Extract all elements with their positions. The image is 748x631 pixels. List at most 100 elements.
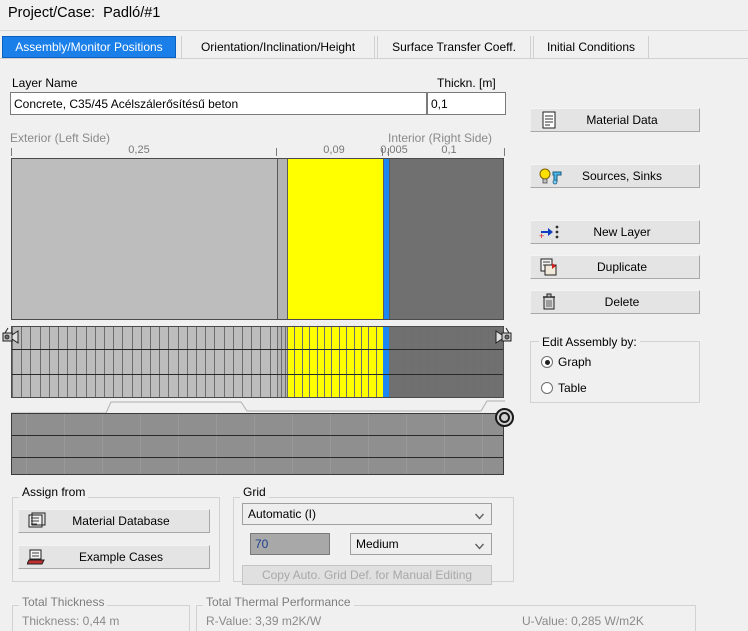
grid-line: [317, 327, 318, 397]
perspective-grid-line: [368, 414, 369, 474]
thickness-input[interactable]: 0,1: [427, 92, 506, 115]
perspective-grid-line: [406, 414, 407, 474]
tab-label: Orientation/Inclination/Height: [200, 40, 356, 54]
r-value: R-Value: 3,39 m2K/W: [206, 614, 322, 628]
layer-name-label: Layer Name: [12, 76, 78, 90]
grid-line: [178, 327, 179, 397]
duplicate-label: Duplicate: [596, 260, 648, 274]
sources-sinks-button[interactable]: Sources, Sinks: [530, 164, 700, 188]
material-database-button[interactable]: Material Database: [18, 509, 210, 533]
grid-line: [187, 327, 188, 397]
grid-line: [404, 327, 405, 397]
assembly-layer-5[interactable]: [389, 159, 503, 319]
layer-thickness-label: 0,005: [380, 144, 408, 156]
tab-surface-transfer-coeff[interactable]: Surface Transfer Coeff.: [377, 36, 531, 58]
material-data-label: Material Data: [586, 113, 658, 127]
grid-line: [251, 327, 252, 397]
grid-line: [285, 327, 286, 397]
edit-assembly-option-table[interactable]: Table: [541, 381, 587, 395]
thickness-label: Thickn. [m]: [437, 76, 496, 90]
assembly-graph[interactable]: [11, 158, 504, 320]
grid-title: Grid: [240, 485, 269, 499]
material-database-label: Material Database: [72, 514, 170, 528]
tab-label: Surface Transfer Coeff.: [392, 40, 516, 54]
example-cases-label: Example Cases: [78, 550, 164, 564]
delete-button[interactable]: Delete: [530, 290, 700, 314]
ruler-tick: [11, 148, 12, 156]
tab-assembly-monitor-positions[interactable]: Assembly/Monitor Positions: [2, 36, 176, 58]
thermal-performance-title: Total Thermal Performance: [203, 595, 354, 609]
copy-auto-grid-button[interactable]: Copy Auto. Grid Def. for Manual Editing: [242, 565, 492, 585]
grid-line: [457, 327, 458, 397]
perspective-layer-line: [12, 435, 503, 436]
perspective-grid-line: [178, 414, 179, 474]
project-case-value: Padló/#1: [103, 5, 161, 21]
assembly-layer-1[interactable]: [12, 159, 277, 319]
grid-line: [95, 327, 96, 397]
layer-thickness-label: 0,1: [441, 144, 457, 156]
grid-mode-select[interactable]: Automatic (I): [242, 503, 492, 525]
grid-density-value: Medium: [356, 537, 399, 551]
perspective-grid-line: [444, 414, 445, 474]
grid-line: [58, 327, 59, 397]
radio-table-icon: [541, 382, 553, 394]
delete-label: Delete: [604, 295, 640, 309]
grid-line: [339, 327, 340, 397]
chevron-down-icon: [474, 510, 485, 520]
tab-label: Initial Conditions: [546, 40, 636, 54]
perspective-grid-line: [254, 414, 255, 474]
chevron-down-icon: [474, 540, 485, 550]
tab-initial-conditions[interactable]: Initial Conditions: [533, 36, 649, 58]
perspective-view[interactable]: [11, 413, 504, 475]
edit-assembly-option-graph[interactable]: Graph: [541, 355, 591, 369]
total-thickness-value: Thickness: 0,44 m: [22, 614, 120, 628]
grid-line: [480, 327, 481, 397]
grid-line: [104, 327, 105, 397]
perspective-top-edge: [11, 400, 505, 414]
perspective-layer-line: [12, 457, 503, 458]
grid-line: [412, 327, 413, 397]
tab-orientation-inclination-height[interactable]: Orientation/Inclination/Height: [181, 36, 375, 58]
grid-line: [159, 327, 160, 397]
sources-sinks-label: Sources, Sinks: [581, 169, 663, 183]
duplicate-button[interactable]: Duplicate: [530, 255, 700, 279]
examples-icon: [26, 548, 47, 566]
grid-line: [270, 327, 271, 397]
title-bar: Project/Case: Padló/#1: [0, 0, 748, 30]
grid-discretization-strip[interactable]: [11, 326, 504, 398]
radio-graph-icon: [541, 356, 553, 368]
perspective-grid-line: [64, 414, 65, 474]
assembly-layer-3[interactable]: [287, 159, 383, 319]
material-data-button[interactable]: Material Data: [530, 108, 700, 132]
project-case-label: Project/Case:: [8, 5, 96, 21]
grid-line: [67, 327, 68, 397]
perspective-grid-line: [102, 414, 103, 474]
grid-divisions-input[interactable]: 70: [250, 533, 330, 555]
total-thickness-title: Total Thickness: [19, 595, 108, 609]
grid-line: [442, 327, 443, 397]
grid-line: [86, 327, 87, 397]
grid-line: [450, 327, 451, 397]
grid-line: [224, 327, 225, 397]
new-layer-label: New Layer: [593, 225, 651, 239]
grid-line: [40, 327, 41, 397]
grid-density-select[interactable]: Medium: [350, 533, 492, 555]
radio-graph-label: Graph: [558, 355, 592, 369]
perspective-grid-line: [26, 414, 27, 474]
grid-line: [419, 327, 420, 397]
example-cases-button[interactable]: Example Cases: [18, 545, 210, 569]
grid-line: [302, 327, 303, 397]
monitor-camera-icon-right[interactable]: [492, 327, 512, 345]
exterior-label: Exterior (Left Side): [10, 131, 111, 145]
assembly-layer-2[interactable]: [277, 159, 287, 319]
tab-bar: Assembly/Monitor Positions Orientation/In…: [0, 36, 748, 59]
grid-layer-1: [12, 327, 277, 397]
new-layer-button[interactable]: + New Layer: [530, 220, 700, 244]
grid-line: [281, 327, 282, 397]
monitor-camera-icon-left[interactable]: [2, 327, 22, 345]
svg-text:+: +: [539, 231, 544, 241]
layer-name-input[interactable]: Concrete, C35/45 Acélszálerősítésű beton: [10, 92, 427, 115]
rotate-handle-icon[interactable]: [495, 408, 514, 427]
grid-line: [150, 327, 151, 397]
grid-line: [294, 327, 295, 397]
